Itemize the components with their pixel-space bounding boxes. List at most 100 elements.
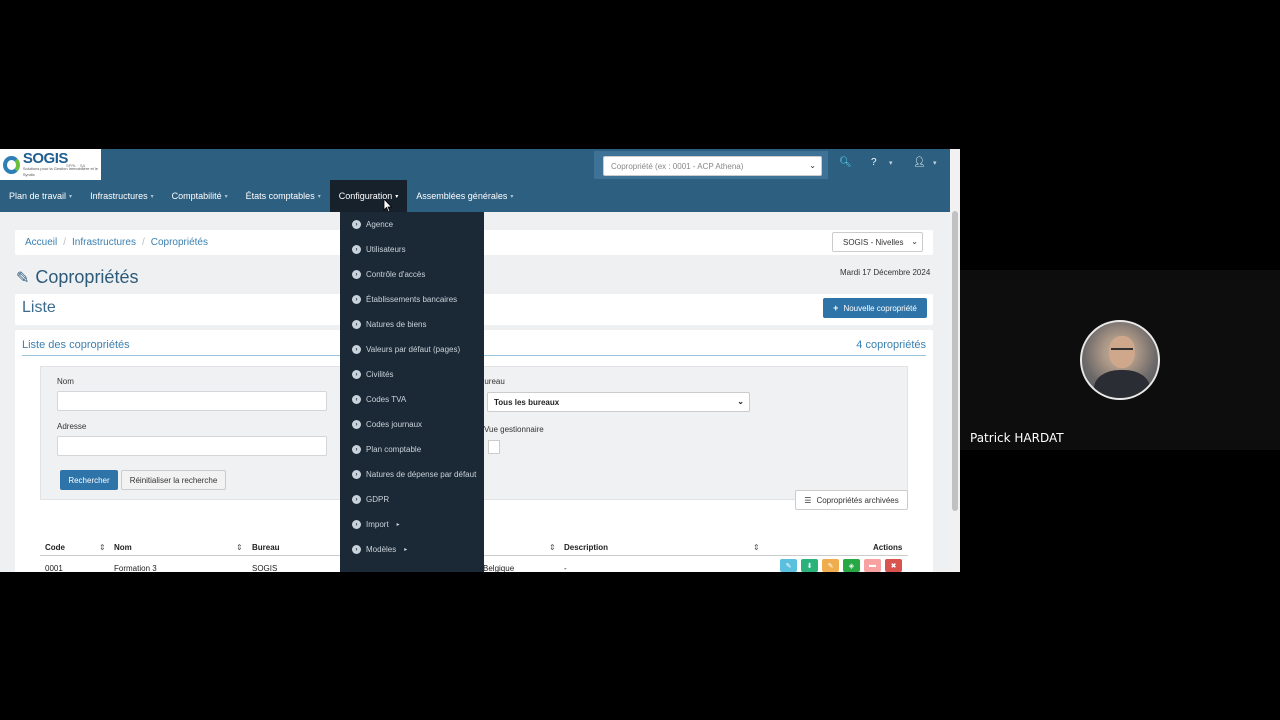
user-icon[interactable]: 👤︎: [913, 157, 926, 168]
dropdown-item[interactable]: › Modèles ▸: [340, 537, 484, 562]
office-select-value: SOGIS - Nivelles: [843, 238, 904, 247]
copropriete-select[interactable]: Copropriété (ex : 0001 - ACP Athena) ⌄: [603, 156, 822, 176]
dropdown-item-label: Import: [366, 520, 389, 529]
main-nav: Plan de travail ▾ Infrastructures ▾ Compta…: [0, 180, 522, 212]
nav-infrastructures[interactable]: Infrastructures ▾: [81, 180, 163, 212]
sort-icon[interactable]: ⇕: [549, 543, 556, 552]
nav-assemblees-generales[interactable]: Assemblées générales ▾: [407, 180, 522, 212]
nav-label: États comptables: [245, 191, 315, 201]
logo-text: SOGIS: [22, 150, 69, 167]
dropdown-item-label: GDPR: [366, 495, 390, 504]
trash-icon[interactable]: ✖: [885, 559, 902, 572]
row-nom[interactable]: Formation 3: [114, 564, 157, 572]
copropriete-count: 4 copropriétés: [856, 339, 926, 351]
chevron-circle-right-icon: ›: [352, 270, 361, 279]
chevron-circle-right-icon: ›: [352, 395, 361, 404]
dropdown-item[interactable]: › Agence: [340, 212, 484, 237]
dropdown-item[interactable]: › GDPR: [340, 487, 484, 512]
page-scrollbar[interactable]: [950, 149, 960, 572]
archived-coproprietes-button[interactable]: ☰ Copropriétés archivées: [795, 490, 908, 510]
nav-plan-de-travail[interactable]: Plan de travail ▾: [0, 180, 81, 212]
archived-label: Copropriétés archivées: [816, 495, 899, 505]
dropdown-item[interactable]: › Codes journaux: [340, 412, 484, 437]
breadcrumb-accueil[interactable]: Accueil: [25, 237, 57, 248]
page-title-text: Copropriétés: [35, 267, 139, 287]
chevron-circle-right-icon: ›: [352, 545, 361, 554]
dropdown-item[interactable]: › Civilités: [340, 362, 484, 387]
breadcrumb-coproprietes[interactable]: Copropriétés: [151, 237, 208, 248]
new-copropriete-label: Nouvelle copropriété: [843, 303, 917, 313]
participant-avatar: [1080, 320, 1160, 400]
chevron-circle-right-icon: ›: [352, 320, 361, 329]
dropdown-item[interactable]: › Natures de biens: [340, 312, 484, 337]
chevron-circle-right-icon: ›: [352, 370, 361, 379]
caret-down-icon: ▾: [317, 193, 321, 200]
caret-down-icon: ▾: [224, 193, 228, 200]
list-icon: ☰: [804, 495, 812, 505]
caret-down-icon: ▾: [510, 193, 514, 200]
caret-down-icon[interactable]: ▾: [889, 159, 893, 167]
dropdown-item-label: Agence: [366, 220, 394, 229]
dropdown-item-label: Plan comptable: [366, 445, 422, 454]
dropdown-item[interactable]: › Natures de dépense par défaut: [340, 462, 484, 487]
nav-comptabilite[interactable]: Comptabilité ▾: [163, 180, 237, 212]
dropdown-item-label: Natures de dépense par défaut: [366, 470, 477, 479]
row-pays: Belgique: [483, 564, 515, 572]
breadcrumb-infrastructures[interactable]: Infrastructures: [72, 237, 136, 248]
sogis-logo[interactable]: SOGIS Solutions pour la Gestion Immobili…: [0, 149, 101, 180]
sort-icon[interactable]: ⇕: [753, 543, 760, 552]
nav-configuration[interactable]: Configuration ▾: [329, 180, 408, 212]
column-header-description[interactable]: Description: [564, 543, 608, 552]
dropdown-item[interactable]: › Import ▸: [340, 512, 484, 537]
rechercher-button[interactable]: Rechercher: [60, 470, 118, 490]
copropriete-select-placeholder: Copropriété (ex : 0001 - ACP Athena): [611, 162, 744, 171]
copropriete-search: Copropriété (ex : 0001 - ACP Athena) ⌄: [594, 151, 828, 179]
dropdown-item-label: Contrôle d'accès: [366, 270, 426, 279]
nom-input[interactable]: [57, 391, 327, 411]
adresse-input[interactable]: [57, 436, 327, 456]
breadcrumb-separator: /: [141, 237, 145, 248]
logo-ring-icon: [3, 155, 20, 174]
row-bureau: SOGIS: [252, 564, 278, 572]
edit-icon[interactable]: ✎: [780, 559, 797, 572]
dropdown-item-label: Codes journaux: [366, 420, 423, 429]
submenu-arrow-icon: ▸: [396, 522, 400, 528]
dropdown-item[interactable]: › Plan comptable: [340, 437, 484, 462]
row-code: 0001: [45, 564, 63, 572]
logo-brand: SOGIS Solutions pour la Gestion Immobili…: [23, 151, 101, 178]
wrench-icon[interactable]: ✎: [822, 559, 839, 572]
sort-icon[interactable]: ⇕: [236, 543, 243, 552]
column-header-code[interactable]: Code: [45, 543, 65, 552]
help-icon[interactable]: ?: [871, 157, 877, 168]
office-select[interactable]: SOGIS - Nivelles ⌄: [832, 232, 923, 252]
column-header-actions: Actions: [873, 543, 903, 552]
cube-icon[interactable]: ◈: [843, 559, 860, 572]
dropdown-item[interactable]: › Contrôle d'accès: [340, 262, 484, 287]
chevron-circle-right-icon: ›: [352, 245, 361, 254]
column-header-nom[interactable]: Nom: [114, 543, 132, 552]
folder-icon[interactable]: ▬: [864, 559, 881, 572]
dropdown-item[interactable]: › Établissements bancaires: [340, 287, 484, 312]
new-copropriete-button[interactable]: + Nouvelle copropriété: [823, 298, 927, 318]
reset-search-button[interactable]: Réinitialiser la recherche: [121, 470, 226, 490]
dropdown-item[interactable]: › Codes TVA: [340, 387, 484, 412]
caret-down-icon: ▾: [395, 193, 399, 200]
dropdown-item-label: Natures de biens: [366, 320, 427, 329]
search-icon[interactable]: 🔍︎: [839, 157, 852, 168]
column-header-bureau[interactable]: Bureau: [252, 543, 280, 552]
nav-etats-comptables[interactable]: États comptables ▾: [237, 180, 330, 212]
dropdown-item[interactable]: › Utilisateurs: [340, 237, 484, 262]
list-subtitle: Liste des copropriétés: [22, 339, 130, 351]
sort-icon[interactable]: ⇕: [99, 543, 106, 552]
nav-label: Plan de travail: [9, 191, 67, 201]
dropdown-item[interactable]: › Valeurs par défaut (pages): [340, 337, 484, 362]
submenu-arrow-icon: ▸: [404, 547, 408, 553]
pencil-icon: ✎: [16, 269, 30, 287]
caret-down-icon: ▾: [69, 193, 73, 200]
caret-down-icon[interactable]: ▾: [933, 159, 937, 167]
bureau-select[interactable]: Tous les bureaux ⌄: [487, 392, 750, 412]
download-icon[interactable]: ⬇: [801, 559, 818, 572]
scrollbar-thumb[interactable]: [952, 211, 958, 511]
dropdown-item-label: Codes TVA: [366, 395, 407, 404]
vue-gestionnaire-checkbox[interactable]: [488, 440, 500, 454]
